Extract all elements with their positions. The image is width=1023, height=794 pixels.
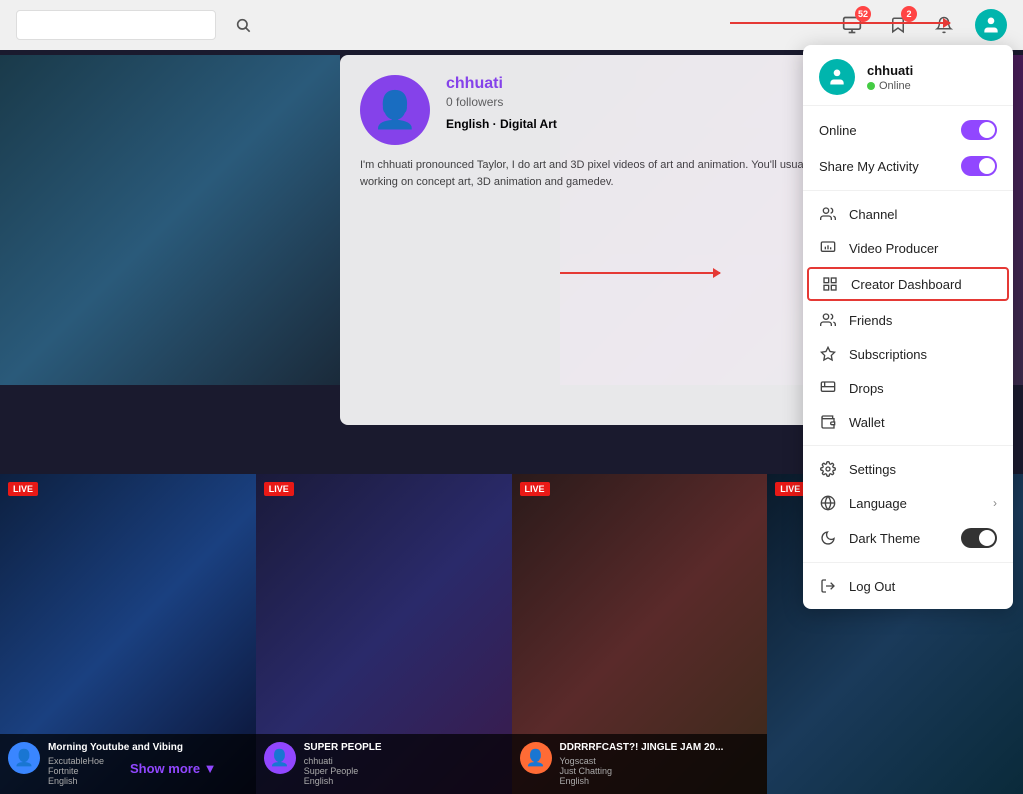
dark-theme-icon xyxy=(819,529,837,547)
drops-item[interactable]: Drops xyxy=(803,371,1013,405)
bookmark-icon-wrap[interactable]: 2 xyxy=(883,10,913,40)
logout-section: Log Out xyxy=(803,563,1013,609)
dropdown-status: Online xyxy=(867,80,913,92)
dropdown-header: chhuati Online xyxy=(803,45,1013,106)
logout-item[interactable]: Log Out xyxy=(803,569,1013,603)
streamer-info-2: SUPER PEOPLE chhuati Super People Englis… xyxy=(304,742,504,786)
logout-label: Log Out xyxy=(849,579,997,594)
share-activity-item[interactable]: Share My Activity xyxy=(803,148,1013,184)
share-activity-label: Share My Activity xyxy=(819,159,949,174)
language-label: Language xyxy=(849,496,981,511)
stream-title-2: SUPER PEOPLE xyxy=(304,742,504,754)
user-avatar-button[interactable] xyxy=(975,9,1007,41)
dropdown-avatar xyxy=(819,59,855,95)
search-button[interactable] xyxy=(228,10,258,40)
navbar-right: 52 2 xyxy=(837,9,1007,41)
creator-dashboard-item[interactable]: Creator Dashboard xyxy=(807,267,1009,301)
streamer-lang-2: English xyxy=(304,776,504,786)
streamer-lang-3: English xyxy=(560,776,760,786)
stream-thumb-1[interactable]: LIVE 👤 Morning Youtube and Vibing Excuta… xyxy=(0,474,256,794)
search-input[interactable] xyxy=(16,10,216,40)
online-toggle-item[interactable]: Online xyxy=(803,112,1013,148)
wallet-item[interactable]: Wallet xyxy=(803,405,1013,439)
bookmark-badge: 2 xyxy=(901,6,917,22)
video-producer-label: Video Producer xyxy=(849,241,997,256)
dark-theme-item[interactable]: Dark Theme xyxy=(803,520,1013,556)
profile-sub: 0 followers xyxy=(446,95,557,109)
channel-item[interactable]: Channel xyxy=(803,197,1013,231)
settings-icon xyxy=(819,460,837,478)
stream-title-3: DDRRRFCAST?! JINGLE JAM 20... xyxy=(560,742,760,754)
friends-label: Friends xyxy=(849,313,997,328)
streamer-name-3: Yogscast xyxy=(560,756,760,766)
drops-icon xyxy=(819,379,837,397)
dropdown-user-info: chhuati Online xyxy=(867,63,913,92)
share-activity-toggle[interactable] xyxy=(961,156,997,176)
streamer-game-2: Super People xyxy=(304,766,504,776)
navbar: 52 2 xyxy=(0,0,1023,50)
profile-bio: I'm chhuati pronounced Taylor, I do art … xyxy=(360,157,880,190)
streamer-game-3: Just Chatting xyxy=(560,766,760,776)
streamer-name-2: chhuati xyxy=(304,756,504,766)
settings-label: Settings xyxy=(849,462,997,477)
monitor-badge: 52 xyxy=(855,6,871,22)
video-producer-item[interactable]: Video Producer xyxy=(803,231,1013,265)
dropdown-menu: chhuati Online Online Share My Activity xyxy=(803,45,1013,609)
profile-name: chhuati xyxy=(446,75,557,93)
friends-icon xyxy=(819,311,837,329)
online-toggle[interactable] xyxy=(961,120,997,140)
subscriptions-icon xyxy=(819,345,837,363)
status-dot xyxy=(867,82,875,90)
settings-item[interactable]: Settings xyxy=(803,452,1013,486)
drops-label: Drops xyxy=(849,381,997,396)
top-arrow xyxy=(730,22,950,24)
monitor-icon-wrap[interactable]: 52 xyxy=(837,10,867,40)
language-item[interactable]: Language › xyxy=(803,486,1013,520)
streamer-lang-1: English xyxy=(48,776,248,786)
wallet-label: Wallet xyxy=(849,415,997,430)
profile-avatar: 👤 xyxy=(360,75,430,145)
channel-icon xyxy=(819,205,837,223)
dropdown-username: chhuati xyxy=(867,63,913,78)
show-more[interactable]: Show more ▼ xyxy=(130,761,217,776)
streamer-avatar-1: 👤 xyxy=(8,742,40,774)
settings-section: Settings Language › Dark Theme xyxy=(803,446,1013,563)
channel-label: Channel xyxy=(849,207,997,222)
subscriptions-item[interactable]: Subscriptions xyxy=(803,337,1013,371)
streamer-info-3: DDRRRFCAST?! JINGLE JAM 20... Yogscast J… xyxy=(560,742,760,786)
logout-icon xyxy=(819,577,837,595)
bg-thumbnail-left xyxy=(0,55,340,385)
video-producer-icon xyxy=(819,239,837,257)
live-badge-2: LIVE xyxy=(264,482,294,496)
creator-dashboard-label: Creator Dashboard xyxy=(851,277,995,292)
friends-item[interactable]: Friends xyxy=(803,303,1013,337)
subscriptions-label: Subscriptions xyxy=(849,347,997,362)
wallet-icon xyxy=(819,413,837,431)
live-badge-4: LIVE xyxy=(775,482,805,496)
stream-thumb-3[interactable]: LIVE 👤 DDRRRFCAST?! JINGLE JAM 20... Yog… xyxy=(512,474,768,794)
streamer-avatar-2: 👤 xyxy=(264,742,296,774)
language-icon xyxy=(819,494,837,512)
stream-title-1: Morning Youtube and Vibing xyxy=(48,742,248,754)
dashboard-arrow xyxy=(560,272,720,274)
stream-thumb-2[interactable]: LIVE 👤 SUPER PEOPLE chhuati Super People… xyxy=(256,474,512,794)
live-badge-3: LIVE xyxy=(520,482,550,496)
creator-dashboard-icon xyxy=(821,275,839,293)
online-label: Online xyxy=(819,123,949,138)
dark-theme-label: Dark Theme xyxy=(849,531,949,546)
nav-section: Channel Video Producer Creator Dashboard xyxy=(803,191,1013,446)
dark-theme-toggle[interactable] xyxy=(961,528,997,548)
profile-tag1: English · Digital Art xyxy=(446,117,557,131)
live-badge-1: LIVE xyxy=(8,482,38,496)
language-chevron: › xyxy=(993,496,997,510)
toggle-section: Online Share My Activity xyxy=(803,106,1013,191)
streamer-avatar-3: 👤 xyxy=(520,742,552,774)
